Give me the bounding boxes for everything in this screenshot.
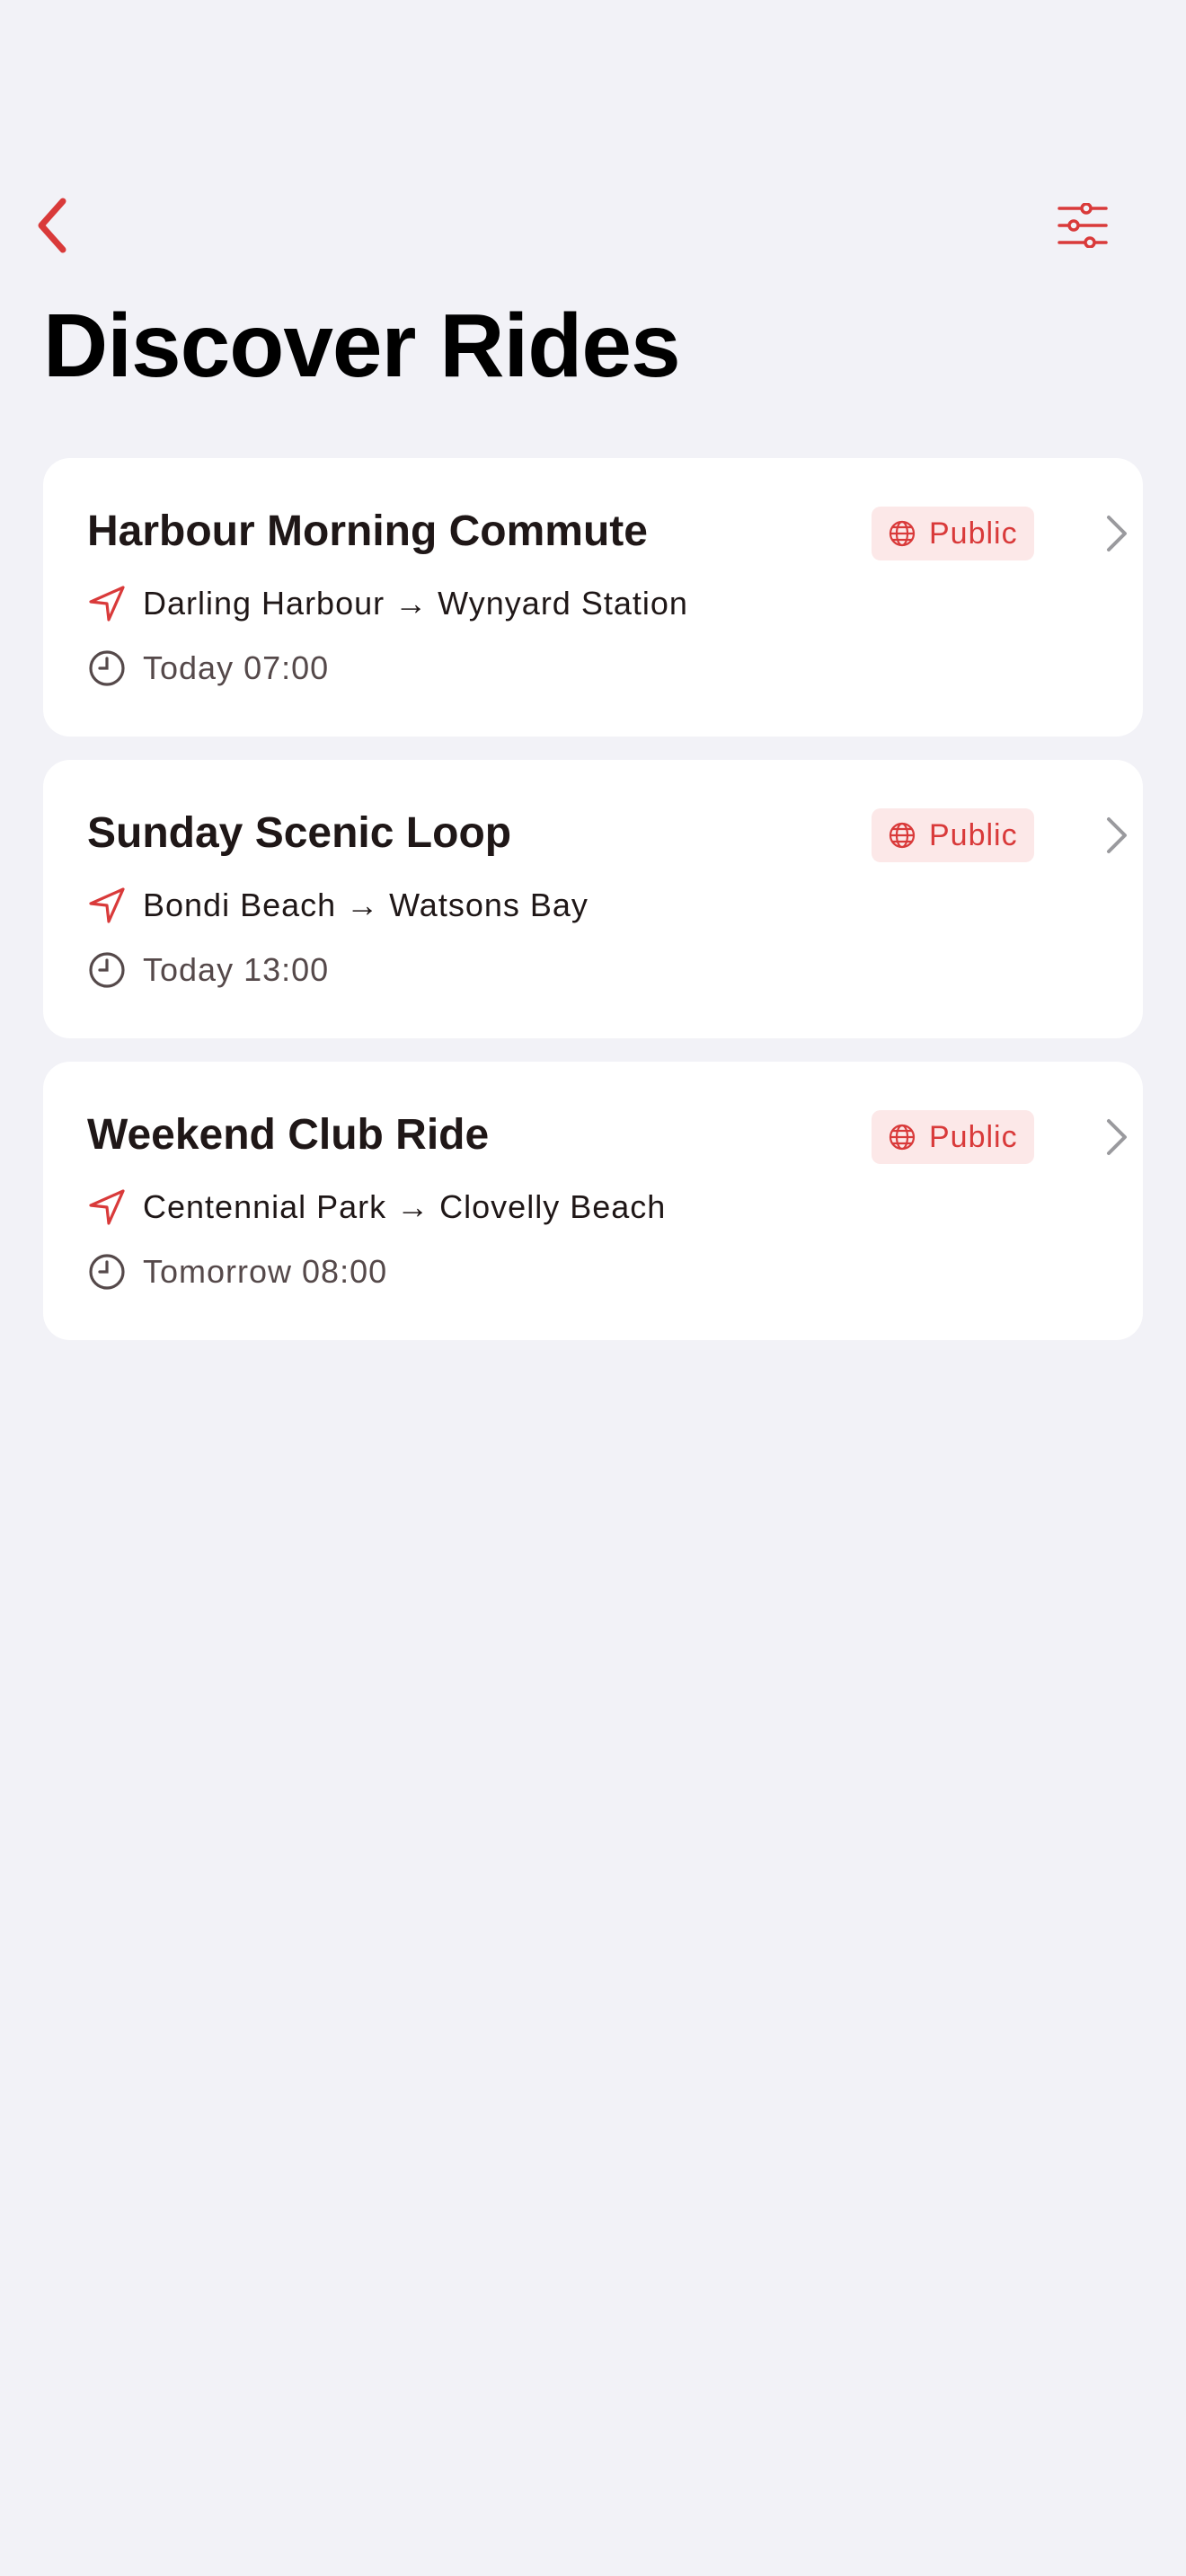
chevron-right-icon bbox=[1107, 817, 1127, 853]
ride-card[interactable]: Sunday Scenic Loop Public Bondi Beach → … bbox=[43, 760, 1143, 1038]
sliders-icon bbox=[1058, 203, 1108, 248]
filter-button[interactable] bbox=[1051, 196, 1114, 255]
ride-title: Harbour Morning Commute bbox=[87, 507, 648, 555]
route-row: Bondi Beach → Watsons Bay bbox=[87, 886, 589, 925]
discover-rides-screen: Discover Rides Harbour Morning Commute P… bbox=[0, 0, 1186, 2576]
chevron-left-icon bbox=[38, 198, 66, 253]
chevron-right-icon bbox=[1107, 1119, 1127, 1155]
ride-title: Weekend Club Ride bbox=[87, 1111, 490, 1159]
location-arrow-icon bbox=[89, 586, 125, 622]
badge-label: Public bbox=[929, 1119, 1018, 1154]
ride-title: Sunday Scenic Loop bbox=[87, 809, 512, 857]
ride-card[interactable]: Harbour Morning Commute Public Darling H… bbox=[43, 458, 1143, 737]
page-title: Discover Rides bbox=[43, 296, 681, 396]
globe-icon bbox=[889, 822, 916, 849]
ride-list: Harbour Morning Commute Public Darling H… bbox=[43, 458, 1143, 1363]
clock-icon bbox=[89, 952, 125, 988]
navigation-bar bbox=[0, 189, 1186, 260]
time-text: Today 07:00 bbox=[143, 649, 330, 686]
route-row: Darling Harbour → Wynyard Station bbox=[87, 584, 688, 623]
time-row: Tomorrow 08:00 bbox=[87, 1252, 387, 1292]
route-text: Darling Harbour → Wynyard Station bbox=[143, 585, 688, 622]
route-row: Centennial Park → Clovelly Beach bbox=[87, 1187, 666, 1227]
route-text: Centennial Park → Clovelly Beach bbox=[143, 1188, 667, 1225]
route-text: Bondi Beach → Watsons Bay bbox=[143, 887, 589, 923]
chevron-right-icon bbox=[1107, 516, 1127, 551]
globe-icon bbox=[889, 520, 916, 547]
ride-card[interactable]: Weekend Club Ride Public Centennial Park… bbox=[43, 1062, 1143, 1340]
badge-label: Public bbox=[929, 817, 1018, 852]
visibility-badge: Public bbox=[872, 507, 1034, 560]
back-button[interactable] bbox=[27, 194, 77, 257]
globe-icon bbox=[889, 1124, 916, 1151]
time-row: Today 13:00 bbox=[87, 950, 329, 990]
time-text: Tomorrow 08:00 bbox=[143, 1253, 388, 1290]
time-text: Today 13:00 bbox=[143, 951, 330, 988]
location-arrow-icon bbox=[89, 887, 125, 923]
time-row: Today 07:00 bbox=[87, 648, 329, 688]
clock-icon bbox=[89, 650, 125, 686]
clock-icon bbox=[89, 1254, 125, 1290]
badge-label: Public bbox=[929, 516, 1018, 551]
visibility-badge: Public bbox=[872, 1110, 1034, 1164]
visibility-badge: Public bbox=[872, 808, 1034, 862]
location-arrow-icon bbox=[89, 1189, 125, 1225]
